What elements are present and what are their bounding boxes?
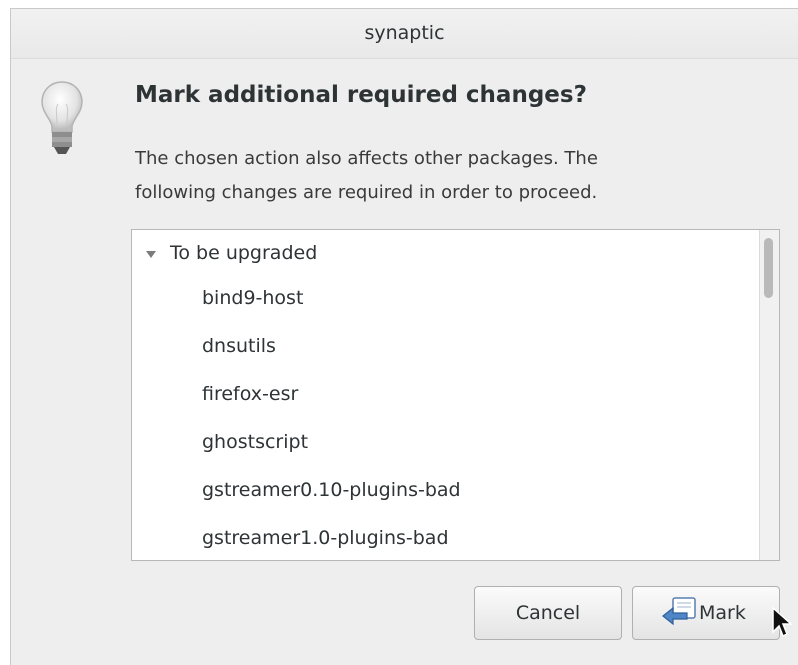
window-title: synaptic [364,22,445,44]
lightbulb-icon [41,81,83,154]
package-name: dnsutils [202,335,276,357]
expander-triangle-icon[interactable] [146,251,156,258]
group-label: To be upgraded [170,242,318,264]
dialog-description: The chosen action also affects other pac… [135,142,735,210]
vertical-scrollbar[interactable] [759,230,779,560]
mark-button[interactable]: Mark [632,586,780,640]
list-item[interactable]: firefox-esr [132,371,759,417]
package-name: ghostscript [202,431,309,453]
description-line-2: following changes are required in order … [135,182,598,203]
list-item[interactable]: gstreamer0.10-plugins-bad [132,467,759,513]
scrollbar-thumb[interactable] [764,238,773,298]
mark-arrow-icon [662,597,696,626]
mark-button-label: Mark [699,602,746,624]
group-row-to-be-upgraded[interactable]: To be upgraded [132,230,759,276]
list-item[interactable]: dnsutils [132,323,759,369]
mouse-pointer-icon [772,606,793,638]
package-name: gstreamer1.0-plugins-bad [202,527,449,549]
dialog-heading: Mark additional required changes? [135,82,587,108]
titlebar[interactable]: synaptic [11,9,798,59]
package-name: bind9-host [202,287,304,309]
description-line-1: The chosen action also affects other pac… [135,148,598,169]
package-name: firefox-esr [202,383,299,405]
cancel-button-label: Cancel [515,602,581,624]
changes-list[interactable]: To be upgraded bind9-host dnsutils firef… [131,229,780,561]
list-item[interactable]: gstreamer1.0-plugins-bad [132,515,759,560]
cancel-button[interactable]: Cancel [474,586,622,640]
list-item[interactable]: bind9-host [132,275,759,321]
package-name: gstreamer0.10-plugins-bad [202,479,461,501]
list-item[interactable]: ghostscript [132,419,759,465]
